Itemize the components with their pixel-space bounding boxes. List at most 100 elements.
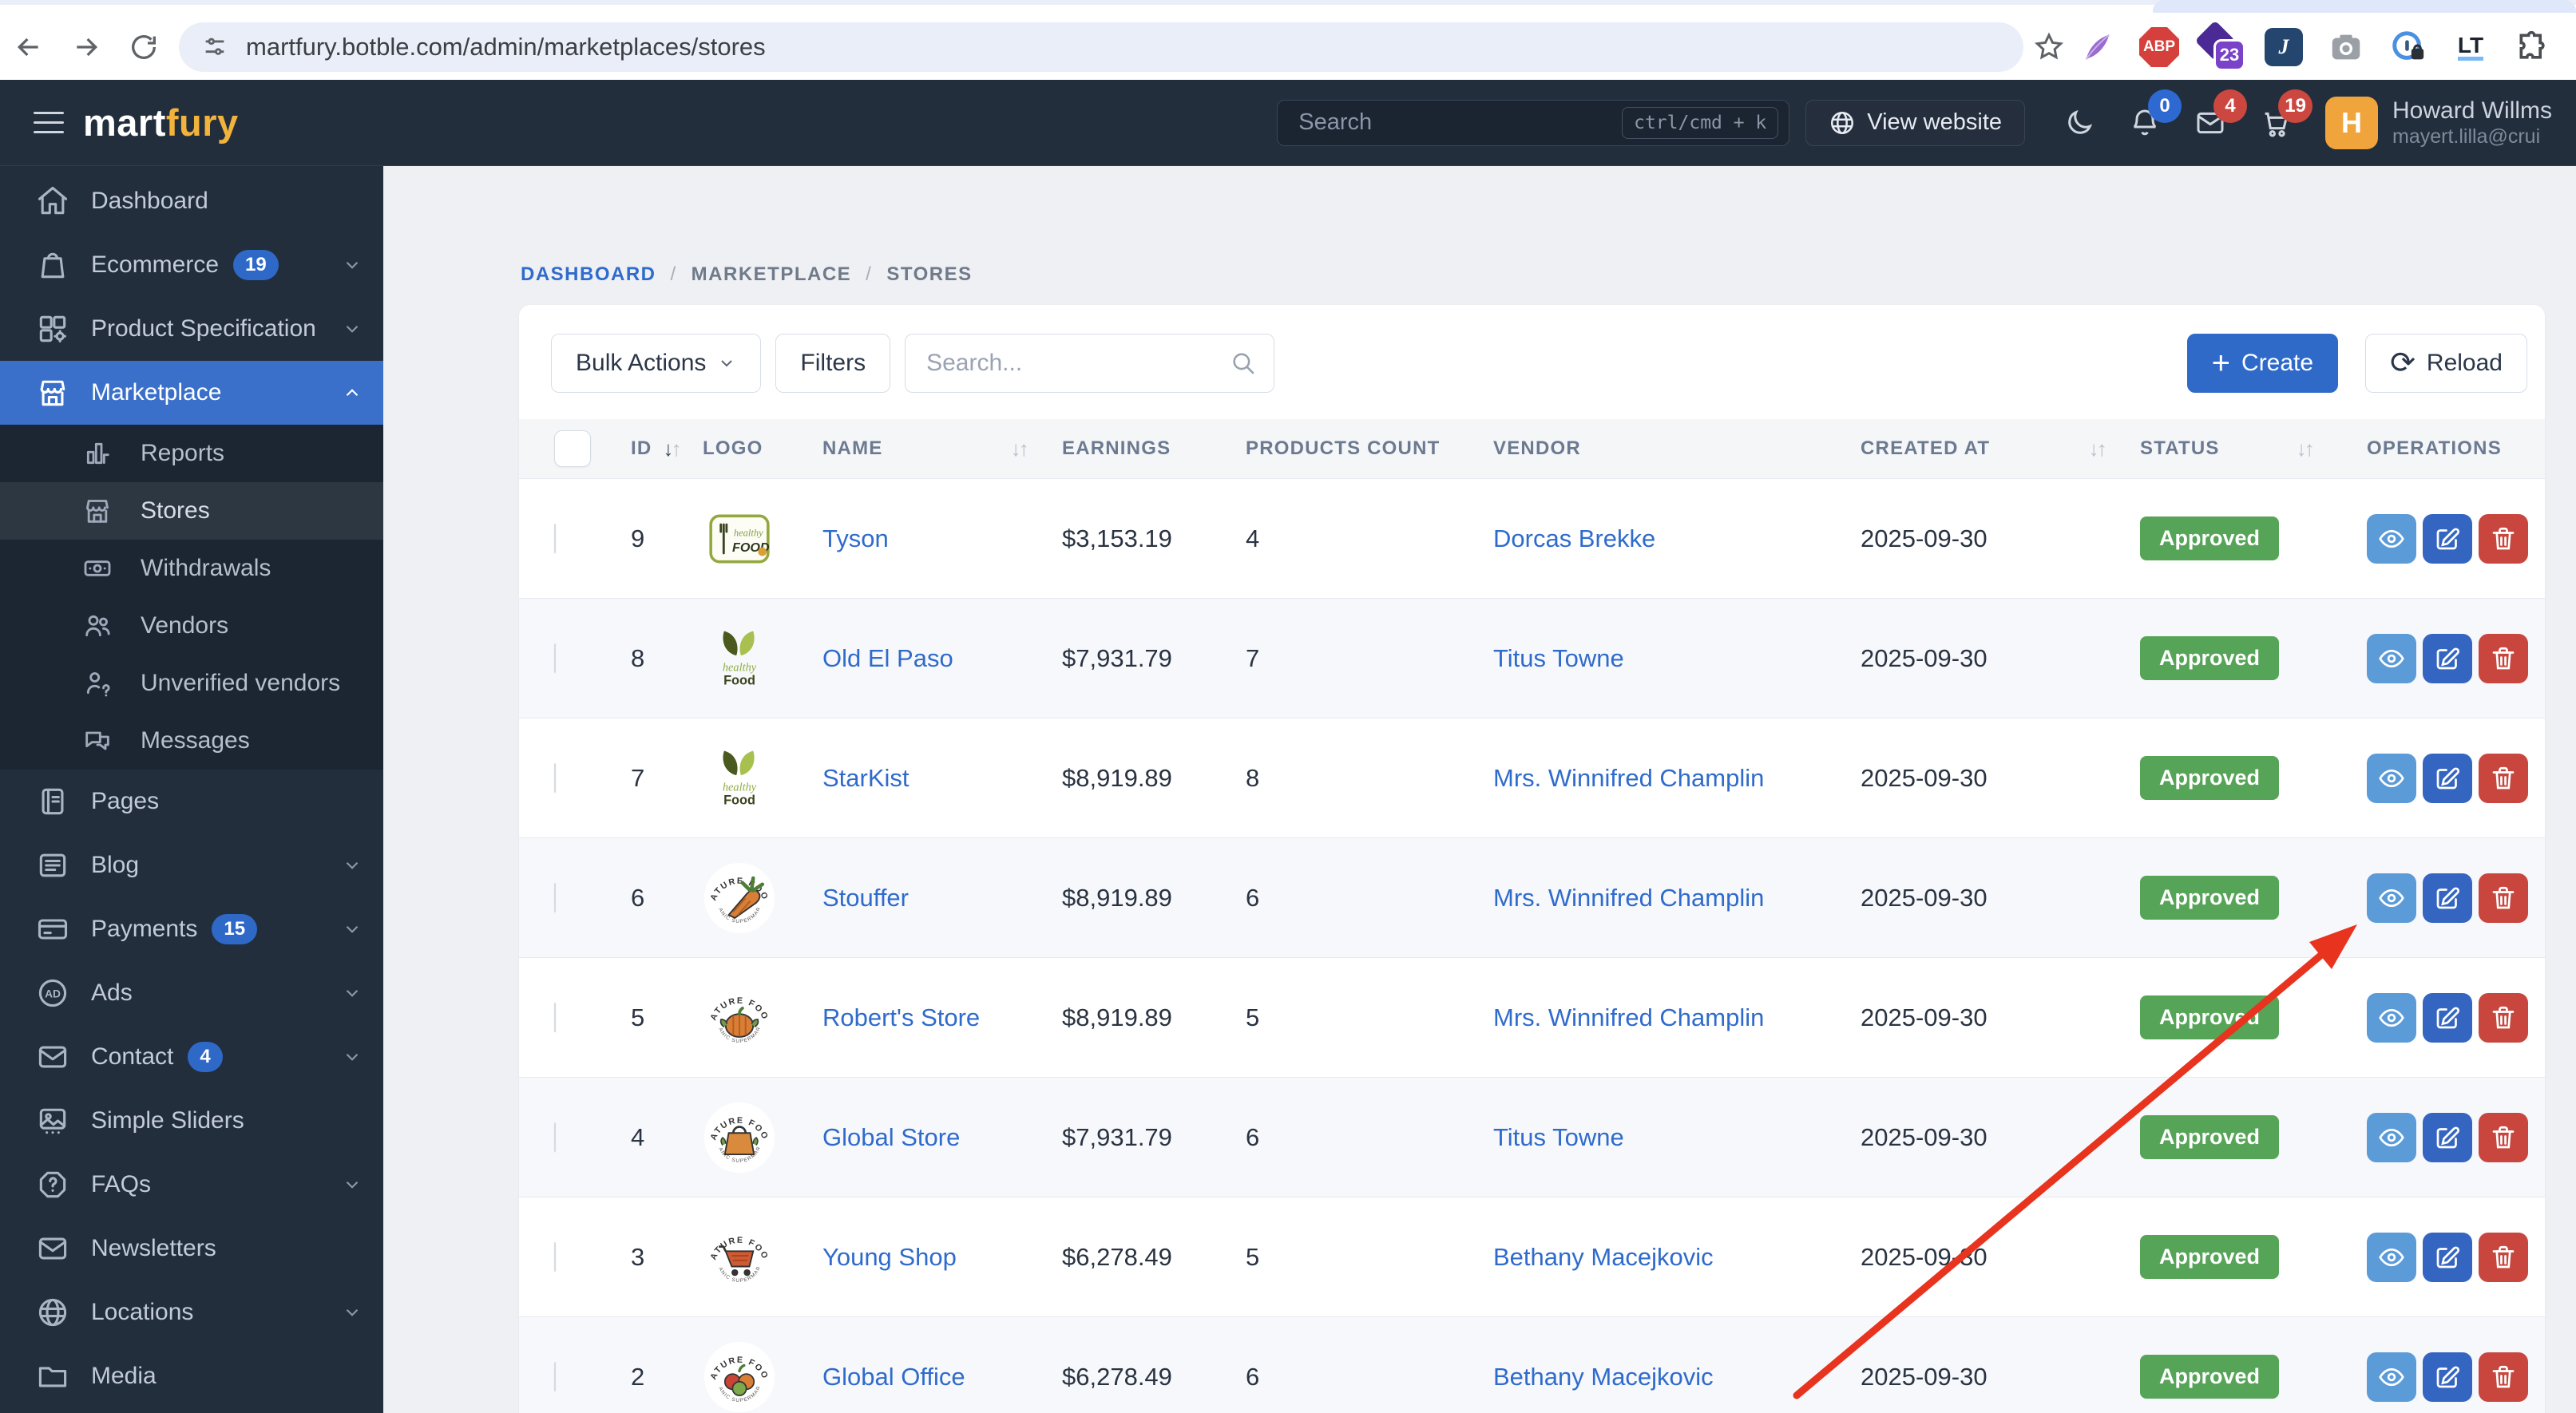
store-name-link[interactable]: Global Store xyxy=(822,1123,960,1151)
view-button[interactable] xyxy=(2367,513,2416,564)
browser-back-icon[interactable] xyxy=(0,18,57,76)
store-name-link[interactable]: Global Office xyxy=(822,1363,965,1391)
store-name-link[interactable]: Robert's Store xyxy=(822,1003,980,1031)
edit-button[interactable] xyxy=(2423,873,2472,923)
reload-button[interactable]: ⟳ Reload xyxy=(2365,334,2527,393)
sidebar-item-pages[interactable]: Pages xyxy=(0,770,383,833)
delete-button[interactable] xyxy=(2479,992,2528,1043)
delete-button[interactable] xyxy=(2479,633,2528,683)
url-bar[interactable]: martfury.botble.com/admin/marketplaces/s… xyxy=(179,22,2023,72)
store-vendor-link[interactable]: Mrs. Winnifred Champlin xyxy=(1493,764,1764,792)
edit-button[interactable] xyxy=(2423,1112,2472,1162)
row-checkbox[interactable] xyxy=(554,1241,556,1272)
sort-icon[interactable]: ↓ ↑ xyxy=(1011,437,1030,461)
extension-tab-counter-icon[interactable]: 23 xyxy=(2194,20,2245,71)
store-name-link[interactable]: StarKist xyxy=(822,764,910,792)
sidebar-item-contact[interactable]: Contact 4 xyxy=(0,1025,383,1089)
store-vendor-link[interactable]: Dorcas Brekke xyxy=(1493,524,1655,552)
delete-button[interactable] xyxy=(2479,1352,2528,1402)
bookmark-star-icon[interactable] xyxy=(2033,31,2065,63)
store-vendor-link[interactable]: Titus Towne xyxy=(1493,1123,1624,1151)
row-checkbox[interactable] xyxy=(554,1002,556,1032)
sidebar-toggle-icon[interactable] xyxy=(0,112,72,133)
global-search[interactable]: ctrl/cmd + k xyxy=(1277,99,1790,146)
view-button[interactable] xyxy=(2367,753,2416,803)
sort-icon[interactable]: ↓ ↑ xyxy=(2089,437,2108,461)
store-name-link[interactable]: Old El Paso xyxy=(822,644,953,672)
store-vendor-link[interactable]: Titus Towne xyxy=(1493,644,1624,672)
store-name-link[interactable]: Stouffer xyxy=(822,884,909,912)
browser-reload-icon[interactable] xyxy=(115,18,172,76)
column-status[interactable]: STATUS ↓ ↑ xyxy=(2140,437,2348,461)
sidebar-item-unverified-vendors[interactable]: Unverified vendors xyxy=(0,655,383,712)
filters-button[interactable]: Filters xyxy=(775,334,891,393)
edit-button[interactable] xyxy=(2423,1352,2472,1402)
dark-mode-toggle[interactable] xyxy=(2062,107,2097,139)
column-created-at[interactable]: CREATED AT ↓ ↑ xyxy=(1861,437,2140,461)
delete-button[interactable] xyxy=(2479,753,2528,803)
store-vendor-link[interactable]: Mrs. Winnifred Champlin xyxy=(1493,884,1764,912)
sidebar-item-stores[interactable]: Stores xyxy=(0,482,383,540)
edit-button[interactable] xyxy=(2423,992,2472,1043)
extension-adblock-plus-icon[interactable]: ABP xyxy=(2138,26,2180,68)
row-checkbox[interactable] xyxy=(554,882,556,912)
sidebar-item-withdrawals[interactable]: Withdrawals xyxy=(0,540,383,597)
view-button[interactable] xyxy=(2367,992,2416,1043)
store-vendor-link[interactable]: Bethany Macejkovic xyxy=(1493,1363,1714,1391)
site-info-icon[interactable] xyxy=(201,34,228,61)
view-button[interactable] xyxy=(2367,1352,2416,1402)
sidebar-item-simple-sliders[interactable]: Simple Sliders xyxy=(0,1089,383,1153)
user-menu[interactable]: Howard Willms mayert.lilla@crui xyxy=(2392,97,2576,148)
sidebar-item-reports[interactable]: Reports xyxy=(0,425,383,482)
extension-jira-icon[interactable]: J xyxy=(2263,26,2305,68)
extension-feather-icon[interactable] xyxy=(2076,26,2118,68)
view-button[interactable] xyxy=(2367,633,2416,683)
edit-button[interactable] xyxy=(2423,753,2472,803)
delete-button[interactable] xyxy=(2479,1232,2528,1282)
sidebar-item-messages[interactable]: Messages xyxy=(0,712,383,770)
user-avatar[interactable]: H xyxy=(2325,96,2378,149)
view-website-button[interactable]: View website xyxy=(1805,99,2025,146)
cart-button[interactable]: 19 xyxy=(2258,89,2312,139)
select-all-checkbox[interactable] xyxy=(554,430,591,467)
brand-logo[interactable]: martfury xyxy=(83,101,239,144)
edit-button[interactable] xyxy=(2423,1232,2472,1282)
notifications-button[interactable]: 0 xyxy=(2127,89,2182,139)
sidebar-item-ads[interactable]: AD Ads xyxy=(0,961,383,1025)
sidebar-item-vendors[interactable]: Vendors xyxy=(0,597,383,655)
view-button[interactable] xyxy=(2367,1232,2416,1282)
row-checkbox[interactable] xyxy=(554,523,556,553)
create-button[interactable]: + Create xyxy=(2186,334,2339,393)
sidebar-item-locations[interactable]: Locations xyxy=(0,1280,383,1344)
delete-button[interactable] xyxy=(2479,1112,2528,1162)
bulk-actions-button[interactable]: Bulk Actions xyxy=(551,334,762,393)
breadcrumb-item-dashboard[interactable]: DASHBOARD xyxy=(521,263,656,286)
extension-extensions-puzzle-icon[interactable] xyxy=(2512,26,2554,68)
sidebar-item-marketplace[interactable]: Marketplace xyxy=(0,361,383,425)
sidebar-item-dashboard[interactable]: Dashboard xyxy=(0,169,383,233)
table-search-input[interactable] xyxy=(905,334,1275,393)
sidebar-item-product-specification[interactable]: Product Specification xyxy=(0,297,383,361)
sidebar-item-faqs[interactable]: FAQs xyxy=(0,1153,383,1217)
sort-icon[interactable]: ↓ ↑ xyxy=(2297,437,2316,461)
row-checkbox[interactable] xyxy=(554,1361,556,1391)
sidebar-item-newsletters[interactable]: Newsletters xyxy=(0,1217,383,1280)
sort-icon[interactable]: ↓ ↑ xyxy=(663,437,682,461)
sidebar-item-ecommerce[interactable]: Ecommerce 19 xyxy=(0,233,383,297)
row-checkbox[interactable] xyxy=(554,1122,556,1152)
view-button[interactable] xyxy=(2367,1112,2416,1162)
extension-onepassword-icon[interactable] xyxy=(2388,26,2429,68)
sidebar-item-blog[interactable]: Blog xyxy=(0,833,383,897)
column-name[interactable]: NAME ↓ ↑ xyxy=(822,437,1062,461)
delete-button[interactable] xyxy=(2479,873,2528,923)
delete-button[interactable] xyxy=(2479,513,2528,564)
extension-screenshot-camera-icon[interactable] xyxy=(2325,26,2367,68)
row-checkbox[interactable] xyxy=(554,643,556,673)
store-name-link[interactable]: Young Shop xyxy=(822,1243,957,1271)
browser-forward-icon[interactable] xyxy=(57,18,115,76)
store-vendor-link[interactable]: Bethany Macejkovic xyxy=(1493,1243,1714,1271)
store-vendor-link[interactable]: Mrs. Winnifred Champlin xyxy=(1493,1003,1764,1031)
edit-button[interactable] xyxy=(2423,513,2472,564)
sidebar-item-payments[interactable]: Payments 15 xyxy=(0,897,383,961)
edit-button[interactable] xyxy=(2423,633,2472,683)
